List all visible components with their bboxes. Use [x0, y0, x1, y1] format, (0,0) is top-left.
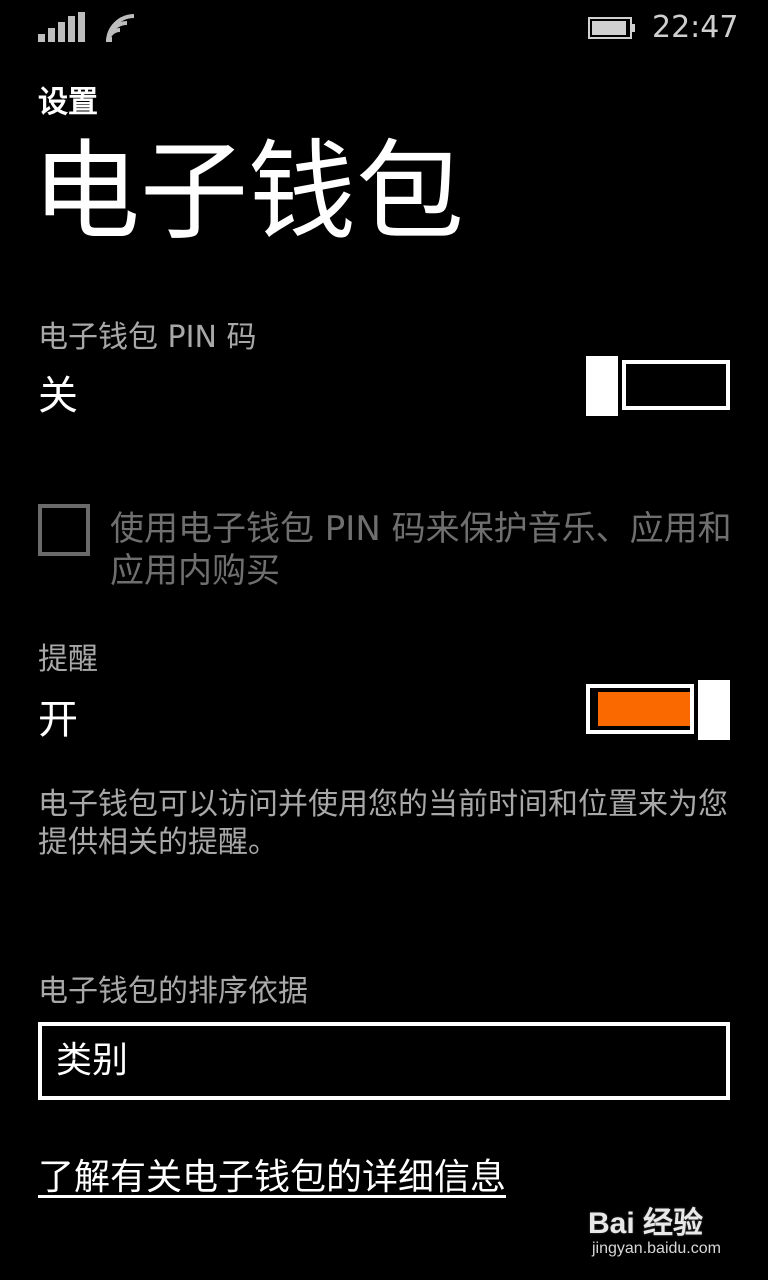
baidu-watermark: Bai 经验 jingyan.baidu.com	[588, 1192, 738, 1268]
reminder-description: 电子钱包可以访问并使用您的当前时间和位置来为您提供相关的提醒。	[38, 787, 728, 860]
wifi-icon	[106, 14, 135, 43]
pin-setting-value: 关	[38, 373, 78, 419]
signal-bars-icon	[38, 12, 86, 42]
status-bar: 22:47	[0, 0, 768, 56]
pin-toggle[interactable]	[586, 356, 730, 416]
watermark-sub-text: jingyan.baidu.com	[592, 1240, 721, 1257]
battery-icon	[588, 17, 635, 39]
reminder-toggle[interactable]	[586, 680, 730, 740]
page-title: 电子钱包	[32, 130, 465, 255]
sort-setting-label: 电子钱包的排序依据	[38, 974, 308, 1009]
app-title: 设置	[38, 85, 98, 120]
pin-protect-checkbox[interactable]	[38, 504, 90, 556]
pin-setting-label: 电子钱包 PIN 码	[38, 320, 257, 355]
status-time: 22:47	[652, 10, 739, 45]
reminder-setting-value: 开	[38, 697, 78, 743]
learn-more-link[interactable]: 了解有关电子钱包的详细信息	[38, 1152, 506, 1204]
watermark-main-text: Bai 经验	[588, 1207, 704, 1240]
pin-protect-checkbox-label: 使用电子钱包 PIN 码来保护音乐、应用和应用内购买	[110, 509, 732, 591]
reminder-toggle-fill	[598, 692, 690, 726]
sort-dropdown[interactable]: 类别	[38, 1022, 730, 1100]
reminder-setting-label: 提醒	[38, 642, 98, 677]
sort-dropdown-value: 类别	[56, 1040, 129, 1081]
